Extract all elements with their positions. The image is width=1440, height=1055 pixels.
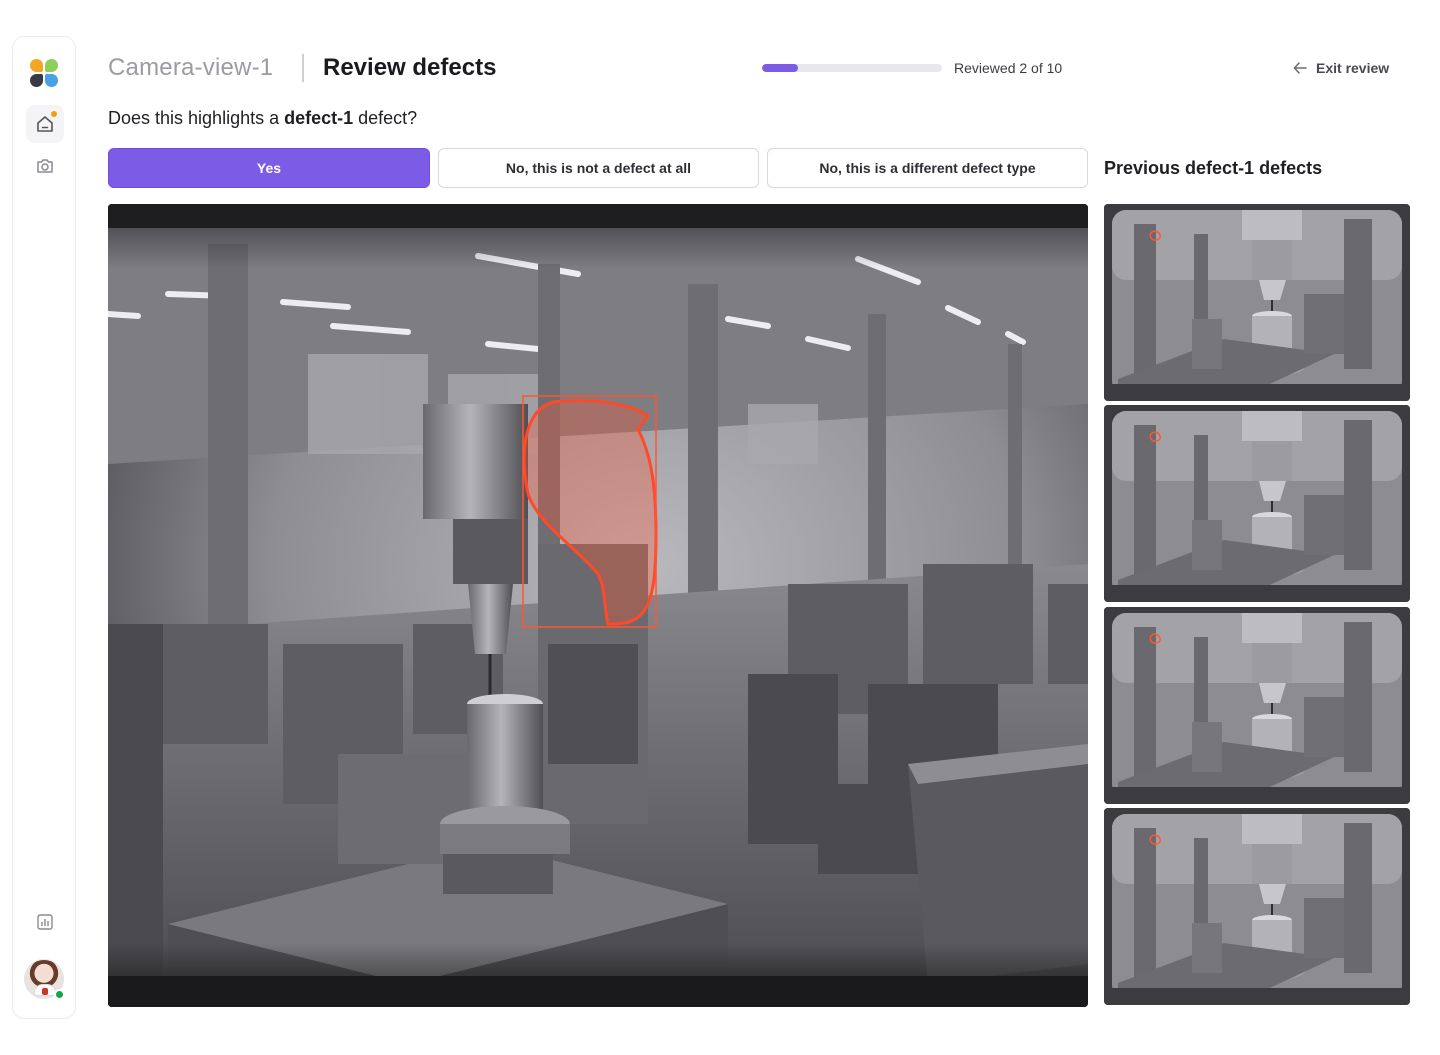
- previous-prefix: Previous: [1104, 158, 1186, 178]
- bar-chart-icon: [37, 914, 53, 930]
- sidebar-item-stats[interactable]: [26, 903, 64, 941]
- yes-button[interactable]: Yes: [108, 148, 430, 188]
- question-defect-name: defect-1: [284, 108, 354, 128]
- camera-icon: [37, 159, 53, 173]
- previous-defect-name: defect-1: [1185, 158, 1255, 178]
- breadcrumb-camera[interactable]: Camera-view-1: [108, 54, 273, 82]
- previous-defect-thumbnail[interactable]: [1104, 405, 1410, 602]
- previous-defect-thumbnail[interactable]: [1104, 808, 1410, 1005]
- breadcrumb-divider: [302, 54, 304, 82]
- online-status-dot: [54, 989, 65, 1000]
- inspection-image[interactable]: [108, 204, 1088, 1007]
- exit-review-label: Exit review: [1316, 60, 1390, 76]
- question-prefix: Does this highlights a: [108, 108, 285, 128]
- previous-defects-heading: Previous defect-1 defects: [1104, 158, 1322, 179]
- previous-defect-thumbnail[interactable]: [1104, 607, 1410, 804]
- not-a-defect-button[interactable]: No, this is not a defect at all: [438, 148, 759, 188]
- question-suffix: defect?: [353, 108, 418, 128]
- previous-defect-thumbnail[interactable]: [1104, 204, 1410, 401]
- previous-suffix: defects: [1254, 158, 1323, 178]
- app-logo[interactable]: [30, 59, 58, 87]
- different-defect-type-button[interactable]: No, this is a different defect type: [767, 148, 1088, 188]
- sidebar-item-camera[interactable]: [26, 147, 64, 185]
- sidebar: [12, 36, 76, 1019]
- review-question: Does this highlights a defect-1 defect?: [108, 108, 417, 129]
- sidebar-item-home[interactable]: [26, 105, 64, 143]
- home-icon: [37, 116, 53, 132]
- review-progress-bar: [762, 64, 942, 72]
- exit-review-button[interactable]: Exit review: [1292, 59, 1389, 77]
- review-progress-label: Reviewed 2 of 10: [954, 60, 1063, 76]
- review-progress-fill: [762, 64, 798, 72]
- page-title: Review defects: [323, 54, 497, 81]
- notification-dot: [51, 111, 57, 117]
- arrow-left-icon: [1293, 62, 1307, 74]
